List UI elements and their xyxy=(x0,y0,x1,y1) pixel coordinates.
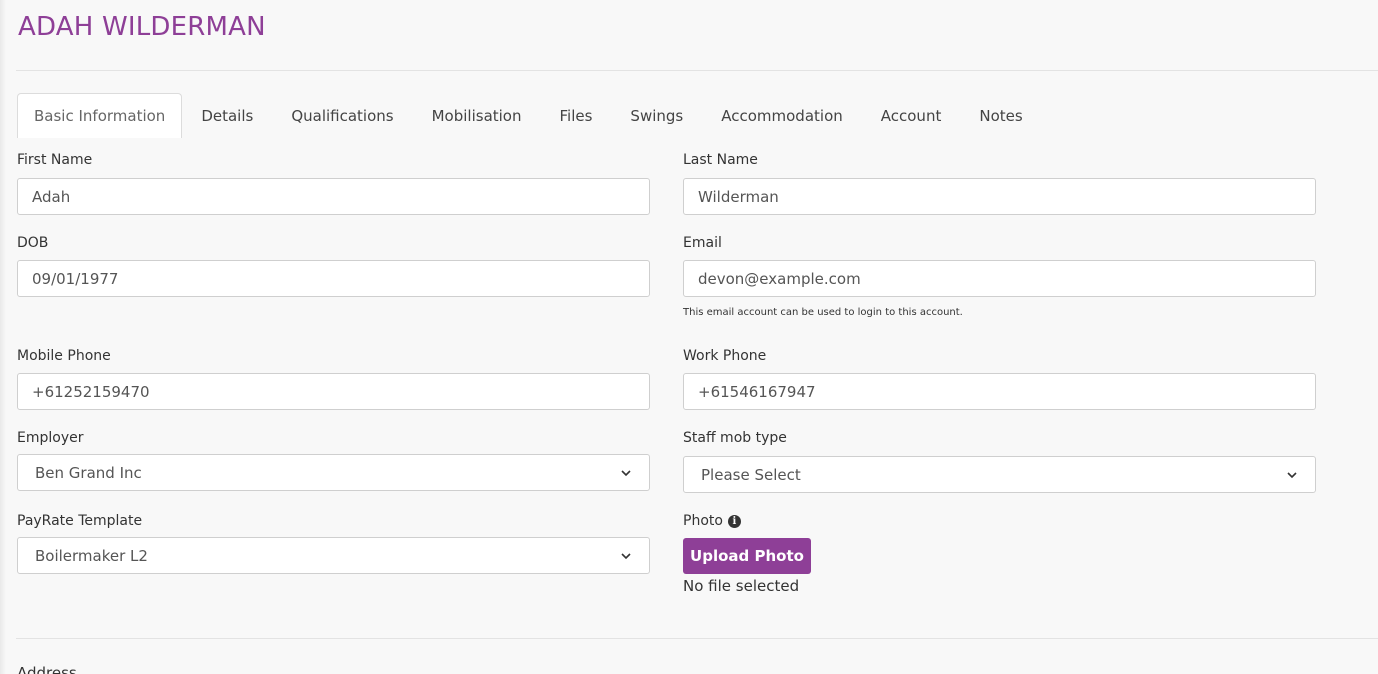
tab-swings[interactable]: Swings xyxy=(611,93,702,138)
mobile-phone-input[interactable]: +61252159470 xyxy=(17,373,650,410)
left-edge-shadow xyxy=(0,0,6,674)
staff-mob-type-label: Staff mob type xyxy=(683,430,787,446)
tab-account[interactable]: Account xyxy=(862,93,961,138)
photo-label-group: Photo i xyxy=(683,513,741,529)
dob-input[interactable]: 09/01/1977 xyxy=(17,260,650,297)
payrate-template-select[interactable]: Boilermaker L2 xyxy=(17,537,650,574)
tab-notes[interactable]: Notes xyxy=(960,93,1041,138)
last-name-input[interactable]: Wilderman xyxy=(683,178,1316,215)
file-status-text: No file selected xyxy=(683,577,800,595)
info-circle-icon[interactable]: i xyxy=(727,514,741,528)
page-title: ADAH WILDERMAN xyxy=(18,12,266,42)
email-input[interactable]: devon@example.com xyxy=(683,260,1316,297)
tab-files[interactable]: Files xyxy=(541,93,612,138)
email-label: Email xyxy=(683,235,722,251)
divider-top xyxy=(16,70,1378,71)
employer-select[interactable]: Ben Grand Inc xyxy=(17,454,650,491)
tab-details[interactable]: Details xyxy=(182,93,272,138)
upload-photo-button[interactable]: Upload Photo xyxy=(683,538,811,574)
tab-bar: Basic Information Details Qualifications… xyxy=(17,93,1042,138)
tab-mobilisation[interactable]: Mobilisation xyxy=(413,93,541,138)
work-phone-input[interactable]: +61546167947 xyxy=(683,373,1316,410)
tab-accommodation[interactable]: Accommodation xyxy=(702,93,862,138)
divider-bottom xyxy=(16,638,1378,639)
employer-select-value: Ben Grand Inc xyxy=(35,463,142,482)
last-name-label: Last Name xyxy=(683,152,758,168)
page: ADAH WILDERMAN Basic Information Details… xyxy=(0,0,1378,674)
work-phone-label: Work Phone xyxy=(683,348,767,364)
address-section-label: Address xyxy=(17,664,77,674)
tab-basic-information[interactable]: Basic Information xyxy=(17,93,183,138)
first-name-label: First Name xyxy=(17,152,93,168)
chevron-down-icon xyxy=(1287,471,1297,478)
staff-mob-type-select-value: Please Select xyxy=(701,465,801,484)
employer-label: Employer xyxy=(17,430,84,446)
first-name-input[interactable]: Adah xyxy=(17,178,650,215)
staff-mob-type-select[interactable]: Please Select xyxy=(683,456,1316,493)
chevron-down-icon xyxy=(621,469,631,476)
photo-label: Photo xyxy=(683,513,723,529)
chevron-down-icon xyxy=(621,552,631,559)
mobile-phone-label: Mobile Phone xyxy=(17,348,111,364)
dob-label: DOB xyxy=(17,235,49,251)
email-help-text: This email account can be used to login … xyxy=(683,307,963,318)
payrate-template-select-value: Boilermaker L2 xyxy=(35,546,148,565)
tab-qualifications[interactable]: Qualifications xyxy=(272,93,412,138)
payrate-template-label: PayRate Template xyxy=(17,513,143,529)
